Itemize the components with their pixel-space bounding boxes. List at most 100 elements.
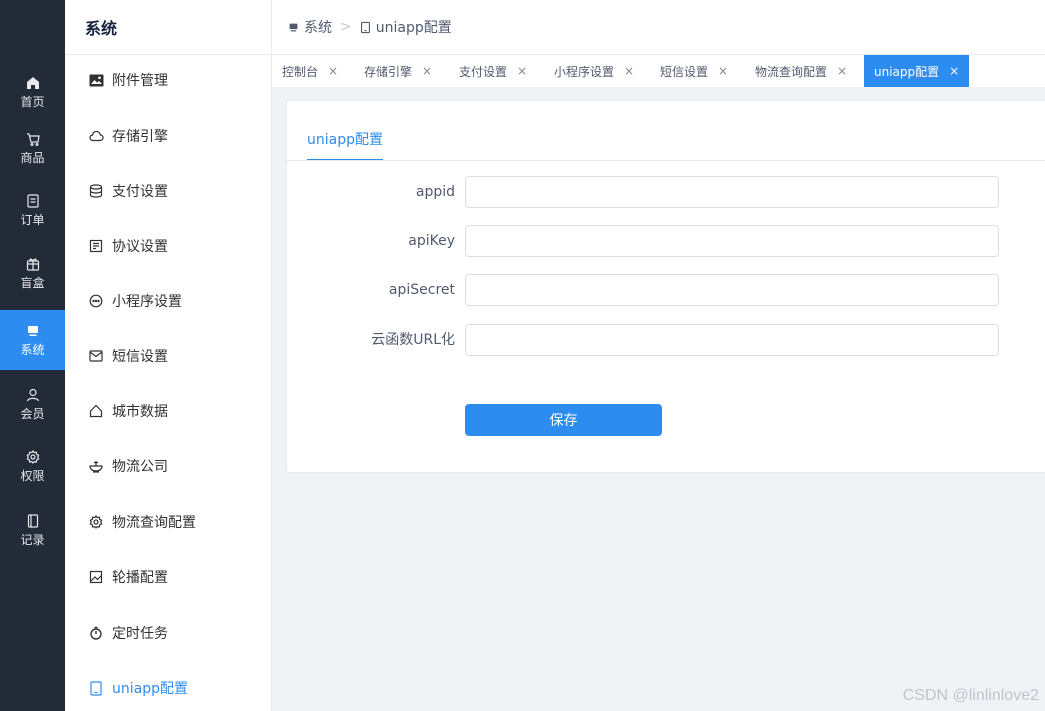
breadcrumb-root[interactable]: 系统 — [304, 17, 332, 37]
submenu-item-city-data[interactable]: 城市数据 — [65, 383, 271, 439]
submenu-item-label: 存储引擎 — [112, 129, 168, 145]
close-icon[interactable]: × — [328, 64, 338, 78]
top-header: 系统 > uniapp配置 — [272, 0, 1045, 55]
breadcrumb-current: uniapp配置 — [375, 20, 452, 36]
close-icon[interactable]: × — [517, 64, 527, 78]
database-icon — [88, 183, 104, 199]
submenu-item-label: uniapp配置 — [112, 681, 188, 697]
submenu: 系统 附件管理 存储引擎 支付设置 协议设置 小程序设置 短信设置 城市数据 物… — [65, 0, 272, 711]
image-icon — [88, 72, 104, 88]
close-icon[interactable]: × — [949, 64, 959, 78]
uniapp-config-card: uniapp配置 appid apiKey apiSecret 云函数URL化 … — [286, 100, 1045, 473]
close-icon[interactable]: × — [718, 64, 728, 78]
form-row-cloud-function-url: 云函数URL化 — [287, 324, 1045, 356]
submenu-item-label: 轮播配置 — [112, 570, 168, 586]
tab-uniapp-config[interactable]: uniapp配置 — [307, 129, 383, 161]
submenu-item-uniapp[interactable]: uniapp配置 — [65, 660, 271, 711]
nav-item-label: 系统 — [20, 343, 45, 357]
apisecret-label: apiSecret — [388, 282, 455, 298]
nav-item-blindbox[interactable]: 盲盒 — [0, 243, 65, 303]
nav-item-label: 首页 — [20, 95, 45, 109]
submenu-item-sms[interactable]: 短信设置 — [65, 328, 271, 384]
submenu-item-carousel[interactable]: 轮播配置 — [65, 549, 271, 605]
divider — [287, 160, 1045, 161]
watermark: CSDN @linlinlove2 — [902, 687, 1039, 704]
nav-item-label: 会员 — [20, 407, 45, 421]
tab-miniprogram[interactable]: 小程序设置 × — [554, 55, 634, 87]
tabs-bar: 控制台 × 存储引擎 × 支付设置 × 小程序设置 × 短信设置 × 物流查询配… — [272, 55, 1045, 87]
close-icon[interactable]: × — [624, 64, 634, 78]
tab-logistics-query[interactable]: 物流查询配置 × — [755, 55, 847, 87]
submenu-item-scheduled-tasks[interactable]: 定时任务 — [65, 605, 271, 661]
submenu-item-agreement[interactable]: 协议设置 — [65, 218, 271, 274]
mail-icon — [88, 348, 104, 364]
submenu-item-label: 定时任务 — [112, 626, 168, 642]
gear-icon — [25, 449, 41, 465]
close-icon[interactable]: × — [422, 64, 432, 78]
cloud-icon — [88, 128, 104, 144]
breadcrumb-separator: > — [340, 19, 352, 35]
tab-label: 存储引擎 — [364, 64, 413, 79]
cart-icon — [25, 131, 41, 147]
home-icon — [25, 75, 41, 91]
tab-payment[interactable]: 支付设置 × — [459, 55, 527, 87]
cloud-function-url-label: 云函数URL化 — [371, 332, 455, 348]
bowl-icon — [88, 458, 104, 474]
order-icon — [25, 193, 41, 209]
picture-icon — [88, 569, 104, 585]
submenu-item-label: 协议设置 — [112, 239, 168, 255]
submenu-item-attachments[interactable]: 附件管理 — [65, 52, 271, 108]
submenu-item-label: 支付设置 — [112, 184, 168, 200]
nav-item-label: 权限 — [20, 469, 45, 483]
form-row-apisecret: apiSecret — [287, 274, 1045, 306]
gift-icon — [25, 256, 41, 272]
appid-label: appid — [415, 184, 455, 200]
nav-item-label: 盲盒 — [20, 276, 45, 290]
tab-label: 支付设置 — [459, 64, 508, 79]
nav-item-system[interactable]: 系统 — [0, 310, 65, 370]
nav-item-home[interactable]: 首页 — [0, 62, 65, 122]
tab-storage[interactable]: 存储引擎 × — [364, 55, 432, 87]
main-nav: 首页 商品 订单 盲盒 系统 会员 权限 记录 — [0, 0, 65, 711]
breadcrumb: 系统 > uniapp配置 — [288, 17, 452, 37]
apisecret-input[interactable] — [465, 274, 999, 306]
user-icon — [25, 387, 41, 403]
form-row-apikey: apiKey — [287, 225, 1045, 257]
save-button[interactable]: 保存 — [465, 404, 662, 436]
gear-icon — [88, 514, 104, 530]
stopwatch-icon — [88, 625, 104, 641]
tab-dashboard[interactable]: 控制台 × — [282, 55, 338, 87]
submenu-item-label: 短信设置 — [112, 349, 168, 365]
monitor-icon — [288, 22, 299, 33]
tablet-icon — [88, 680, 104, 696]
tab-label: uniapp配置 — [874, 64, 940, 79]
submenu-item-logistics[interactable]: 物流公司 — [65, 438, 271, 494]
tab-uniapp[interactable]: uniapp配置 × — [864, 55, 970, 87]
monitor-icon — [25, 323, 41, 339]
book-icon — [25, 513, 41, 529]
tab-sms[interactable]: 短信设置 × — [660, 55, 728, 87]
tab-label: 物流查询配置 — [755, 64, 828, 79]
submenu-item-miniprogram[interactable]: 小程序设置 — [65, 273, 271, 329]
nav-item-label: 记录 — [20, 533, 45, 547]
nav-item-members[interactable]: 会员 — [0, 374, 65, 434]
appid-input[interactable] — [465, 176, 999, 208]
submenu-title: 系统 — [65, 0, 271, 55]
submenu-item-payment[interactable]: 支付设置 — [65, 163, 271, 219]
submenu-item-label: 小程序设置 — [112, 294, 182, 310]
nav-item-label: 商品 — [20, 151, 45, 165]
nav-item-permissions[interactable]: 权限 — [0, 436, 65, 496]
apikey-label: apiKey — [408, 233, 455, 249]
tab-label: 小程序设置 — [554, 64, 615, 79]
cloud-function-url-input[interactable] — [465, 324, 999, 356]
nav-item-goods[interactable]: 商品 — [0, 118, 65, 178]
nav-item-orders[interactable]: 订单 — [0, 180, 65, 240]
submenu-item-label: 城市数据 — [112, 404, 168, 420]
tab-label: 控制台 — [282, 64, 319, 79]
submenu-item-logistics-query[interactable]: 物流查询配置 — [65, 494, 271, 550]
nav-item-label: 订单 — [20, 213, 45, 227]
nav-item-records[interactable]: 记录 — [0, 500, 65, 560]
submenu-item-storage[interactable]: 存储引擎 — [65, 108, 271, 164]
apikey-input[interactable] — [465, 225, 999, 257]
close-icon[interactable]: × — [837, 64, 847, 78]
